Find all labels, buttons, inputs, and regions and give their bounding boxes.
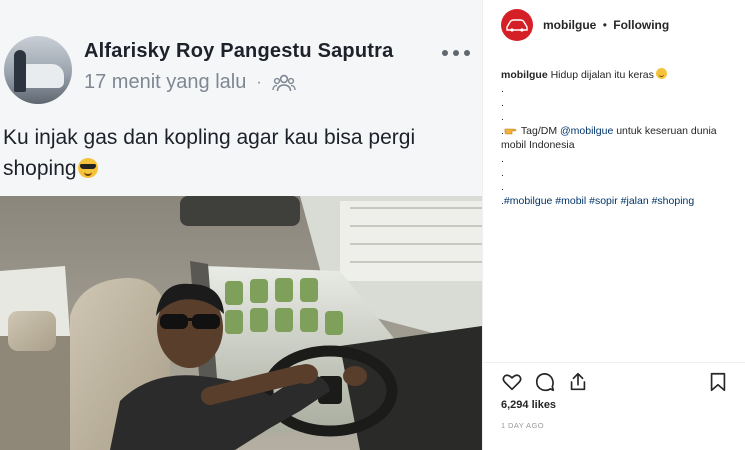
instagram-header: mobilgue • Following xyxy=(483,0,745,50)
meta-separator: · xyxy=(256,73,262,91)
avatar-person xyxy=(14,50,26,92)
friends-icon xyxy=(271,72,296,94)
post-actions xyxy=(501,371,729,395)
account-username[interactable]: mobilgue xyxy=(543,18,596,32)
hashtag-links[interactable]: .#mobilgue #mobil #sopir #jalan #shoping xyxy=(501,194,741,208)
bookmark-icon[interactable] xyxy=(707,371,729,393)
pointing-hand-icon xyxy=(504,125,518,135)
driver-photo-illustration xyxy=(0,196,482,450)
post-timestamp[interactable]: 1 DAY AGO xyxy=(501,421,544,430)
facebook-avatar xyxy=(4,36,72,104)
share-icon[interactable] xyxy=(567,371,589,393)
header-user-line: mobilgue • Following xyxy=(543,18,669,32)
header-separator: • xyxy=(602,18,607,32)
car-interior-photo xyxy=(0,196,482,450)
laughing-emoji-icon xyxy=(655,68,667,79)
sunglasses-emoji-icon xyxy=(77,158,98,178)
facebook-post-time: 17 menit yang lalu xyxy=(84,71,247,93)
heart-icon[interactable] xyxy=(501,371,523,393)
caption-username[interactable]: mobilgue xyxy=(501,69,548,81)
caption-cta: . Tag/DM @mobilgue untuk keseruan dunia m… xyxy=(501,124,741,152)
comment-icon[interactable] xyxy=(534,371,556,393)
divider xyxy=(483,362,745,363)
instagram-side-panel: mobilgue • Following mobilgue Hidup dija… xyxy=(482,0,745,450)
caption-dot: . xyxy=(501,167,504,179)
caption-dot: . xyxy=(501,97,504,109)
facebook-author-name: Alfarisky Roy Pangestu Saputra xyxy=(84,40,394,62)
facebook-post-text: Ku injak gas dan kopling agar kau bisa p… xyxy=(3,122,473,184)
caption-dot: . xyxy=(501,153,504,165)
following-button[interactable]: Following xyxy=(613,18,669,32)
caption-dot: . xyxy=(501,181,504,193)
car-logo-icon xyxy=(506,19,528,32)
facebook-post-body: Ku injak gas dan kopling agar kau bisa p… xyxy=(3,126,416,180)
more-dots-icon xyxy=(442,48,470,58)
facebook-post-screenshot: Alfarisky Roy Pangestu Saputra 17 menit … xyxy=(0,0,482,196)
likes-count[interactable]: 6,294 likes xyxy=(501,399,556,411)
facebook-post-meta: 17 menit yang lalu · xyxy=(84,71,296,94)
post-caption: mobilgue Hidup dijalan itu keras . . . .… xyxy=(501,68,741,208)
caption-dot: . xyxy=(501,83,504,95)
caption-text: Hidup dijalan itu keras xyxy=(550,69,654,81)
mention-link[interactable]: @mobilgue xyxy=(560,125,613,137)
post-image: Alfarisky Roy Pangestu Saputra 17 menit … xyxy=(0,0,482,450)
caption-first-line: mobilgue Hidup dijalan itu keras xyxy=(501,68,741,82)
account-avatar[interactable] xyxy=(501,9,533,41)
caption-dot: . xyxy=(501,111,504,123)
caption-cta-before: Tag/DM xyxy=(520,125,561,137)
